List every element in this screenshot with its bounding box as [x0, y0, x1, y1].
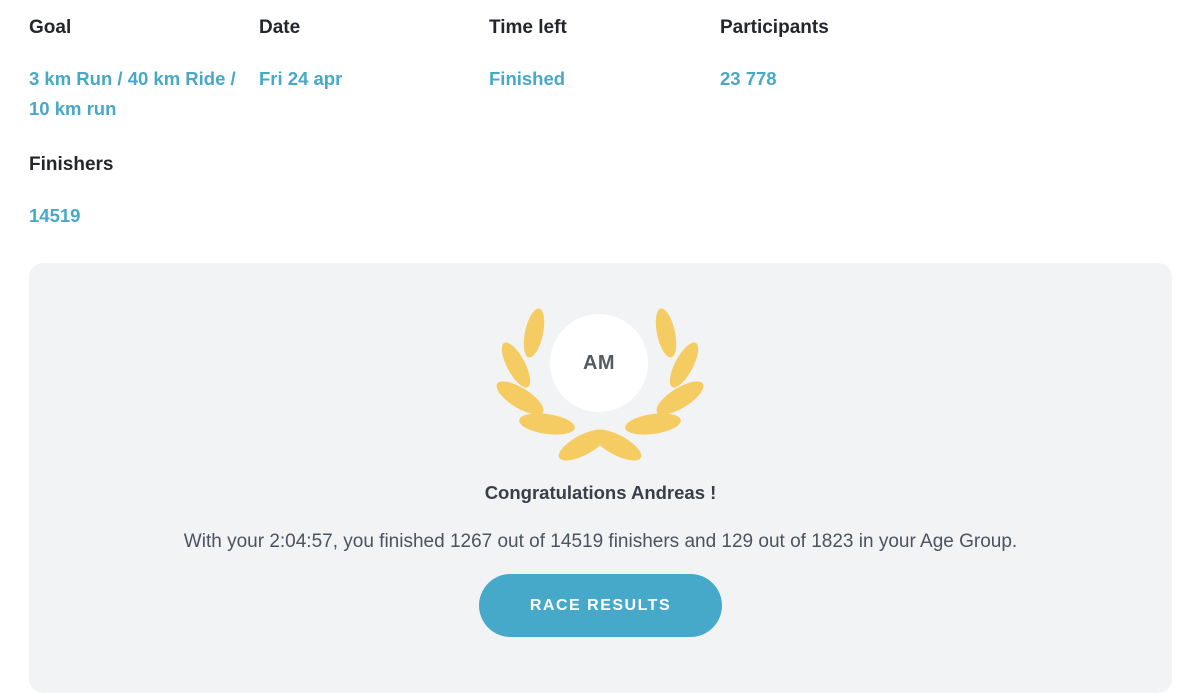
avatar: AM [550, 314, 648, 412]
stat-value-participants: 23 778 [720, 68, 777, 89]
stat-value-goal: 3 km Run / 40 km Ride / 10 km run [29, 64, 254, 124]
result-summary: With your 2:04:57, you finished 1267 out… [183, 531, 1018, 552]
race-results-button[interactable]: RACE RESULTS [479, 574, 722, 637]
stat-goal: Goal 3 km Run / 40 km Ride / 10 km run [29, 16, 254, 124]
stat-participants: Participants 23 778 [720, 16, 945, 94]
stat-value-date: Fri 24 apr [259, 68, 343, 89]
stat-label-goal: Goal [29, 17, 72, 38]
stat-finishers: Finishers 14519 [29, 153, 254, 231]
stat-label-time-left: Time left [489, 17, 567, 38]
stat-label-date: Date [259, 17, 301, 38]
stat-date: Date Fri 24 apr [259, 16, 484, 94]
stat-label-participants: Participants [720, 17, 829, 38]
result-card: AM Congratulations Andreas ! With your 2… [29, 263, 1172, 693]
congratulations-heading: Congratulations Andreas ! [484, 482, 717, 503]
goal-value-line1: 3 km Run / 40 km Ride / [29, 68, 236, 89]
stat-label-finishers: Finishers [29, 154, 114, 175]
stat-value-finishers: 14519 [29, 205, 81, 226]
stat-time-left: Time left Finished [489, 16, 714, 94]
goal-value-line2: 10 km run [29, 98, 117, 119]
stat-value-time-left: Finished [489, 68, 566, 89]
